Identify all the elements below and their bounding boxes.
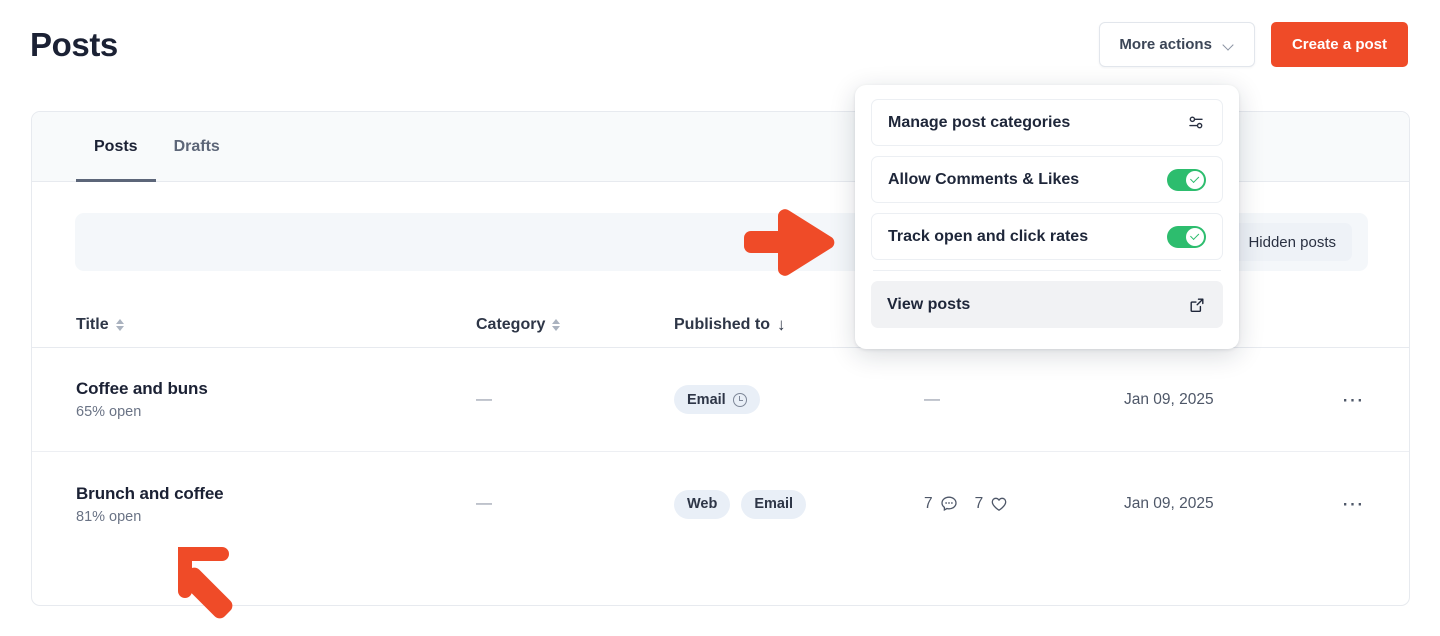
badge-web-label: Web <box>687 496 717 512</box>
menu-item-label: Manage post categories <box>888 114 1070 132</box>
badge-email: Email <box>674 385 760 414</box>
post-date: Jan 09, 2025 <box>1124 495 1214 512</box>
comment-count: 7 <box>924 494 959 514</box>
menu-item-view-posts[interactable]: View posts <box>871 281 1223 328</box>
posts-page: Posts More actions Create a post Posts D… <box>0 0 1440 636</box>
post-title: Brunch and coffee <box>76 484 476 504</box>
column-header-category[interactable]: Category <box>476 316 674 334</box>
column-header-published-to-label: Published to <box>674 316 770 334</box>
tab-posts[interactable]: Posts <box>76 112 156 181</box>
menu-item-label: View posts <box>887 296 970 314</box>
post-open-rate: 65% open <box>76 404 476 420</box>
sort-descending-icon: ↓ <box>777 316 786 333</box>
post-open-rate: 81% open <box>76 509 476 525</box>
published-to-badges: Web Email <box>674 490 924 519</box>
post-row-actions: ⋯ <box>1324 395 1365 405</box>
toggle-knob-check-icon <box>1186 171 1204 189</box>
chevron-down-icon <box>1224 41 1235 48</box>
post-published-to-cell: Email <box>674 385 924 414</box>
post-category: — <box>476 495 492 512</box>
post-engagement-empty: — <box>924 391 940 408</box>
menu-separator <box>873 270 1221 271</box>
page-title: Posts <box>30 26 118 64</box>
tab-posts-label: Posts <box>94 138 138 156</box>
post-category-cell: — <box>476 495 674 513</box>
heart-icon <box>989 494 1009 514</box>
like-count-value: 7 <box>975 495 984 513</box>
sort-updown-icon <box>116 319 124 331</box>
post-engagement-cell: — <box>924 391 1124 409</box>
more-actions-button[interactable]: More actions <box>1099 22 1255 67</box>
more-actions-label: More actions <box>1119 36 1212 53</box>
post-published-to-cell: Web Email <box>674 490 924 519</box>
clock-icon <box>733 393 747 407</box>
table-row[interactable]: Brunch and coffee 81% open — Web Email <box>32 452 1409 556</box>
post-engagement-cell: 7 7 <box>924 494 1124 514</box>
post-category-cell: — <box>476 391 674 409</box>
badge-web: Web <box>674 490 730 519</box>
more-actions-dropdown: Manage post categories Allow Comments & … <box>855 85 1239 349</box>
toggle-allow-comments-likes[interactable] <box>1167 169 1206 191</box>
post-category: — <box>476 391 492 408</box>
badge-email: Email <box>741 490 806 519</box>
filter-chip-label: Hidden posts <box>1248 234 1336 251</box>
row-more-menu-button[interactable]: ⋯ <box>1342 395 1366 405</box>
filter-chip-hidden-posts[interactable]: Hidden posts <box>1232 223 1352 261</box>
menu-item-track-open-click-rates[interactable]: Track open and click rates <box>871 213 1223 260</box>
external-link-icon <box>1187 295 1207 315</box>
page-header: Posts More actions Create a post <box>0 0 1440 92</box>
comment-icon <box>939 494 959 514</box>
menu-item-manage-post-categories[interactable]: Manage post categories <box>871 99 1223 146</box>
column-header-title[interactable]: Title <box>76 316 476 334</box>
tab-drafts-label: Drafts <box>174 138 220 156</box>
post-date-cell: Jan 09, 2025 <box>1124 391 1324 409</box>
published-to-badges: Email <box>674 385 924 414</box>
like-count: 7 <box>975 494 1010 514</box>
post-title: Coffee and buns <box>76 379 476 399</box>
toggle-track-open-click-rates[interactable] <box>1167 226 1206 248</box>
menu-item-allow-comments-likes[interactable]: Allow Comments & Likes <box>871 156 1223 203</box>
engagement-stats: 7 7 <box>924 494 1124 514</box>
post-date: Jan 09, 2025 <box>1124 391 1214 408</box>
menu-item-label: Allow Comments & Likes <box>888 171 1079 189</box>
badge-email-label: Email <box>754 496 793 512</box>
badge-email-label: Email <box>687 392 726 408</box>
header-actions: More actions Create a post <box>1099 22 1408 67</box>
table-row[interactable]: Coffee and buns 65% open — Email — <box>32 348 1409 452</box>
toggle-knob-check-icon <box>1186 228 1204 246</box>
sliders-icon <box>1186 113 1206 133</box>
menu-item-label: Track open and click rates <box>888 228 1088 246</box>
row-more-menu-button[interactable]: ⋯ <box>1342 499 1366 509</box>
sort-updown-icon <box>552 319 560 331</box>
comment-count-value: 7 <box>924 495 933 513</box>
create-post-button[interactable]: Create a post <box>1271 22 1408 67</box>
tab-drafts[interactable]: Drafts <box>156 112 238 181</box>
post-date-cell: Jan 09, 2025 <box>1124 495 1324 513</box>
column-header-category-label: Category <box>476 316 545 334</box>
post-title-cell: Coffee and buns 65% open <box>76 379 476 420</box>
post-row-actions: ⋯ <box>1324 499 1365 509</box>
column-header-title-label: Title <box>76 316 109 334</box>
post-title-cell: Brunch and coffee 81% open <box>76 484 476 525</box>
